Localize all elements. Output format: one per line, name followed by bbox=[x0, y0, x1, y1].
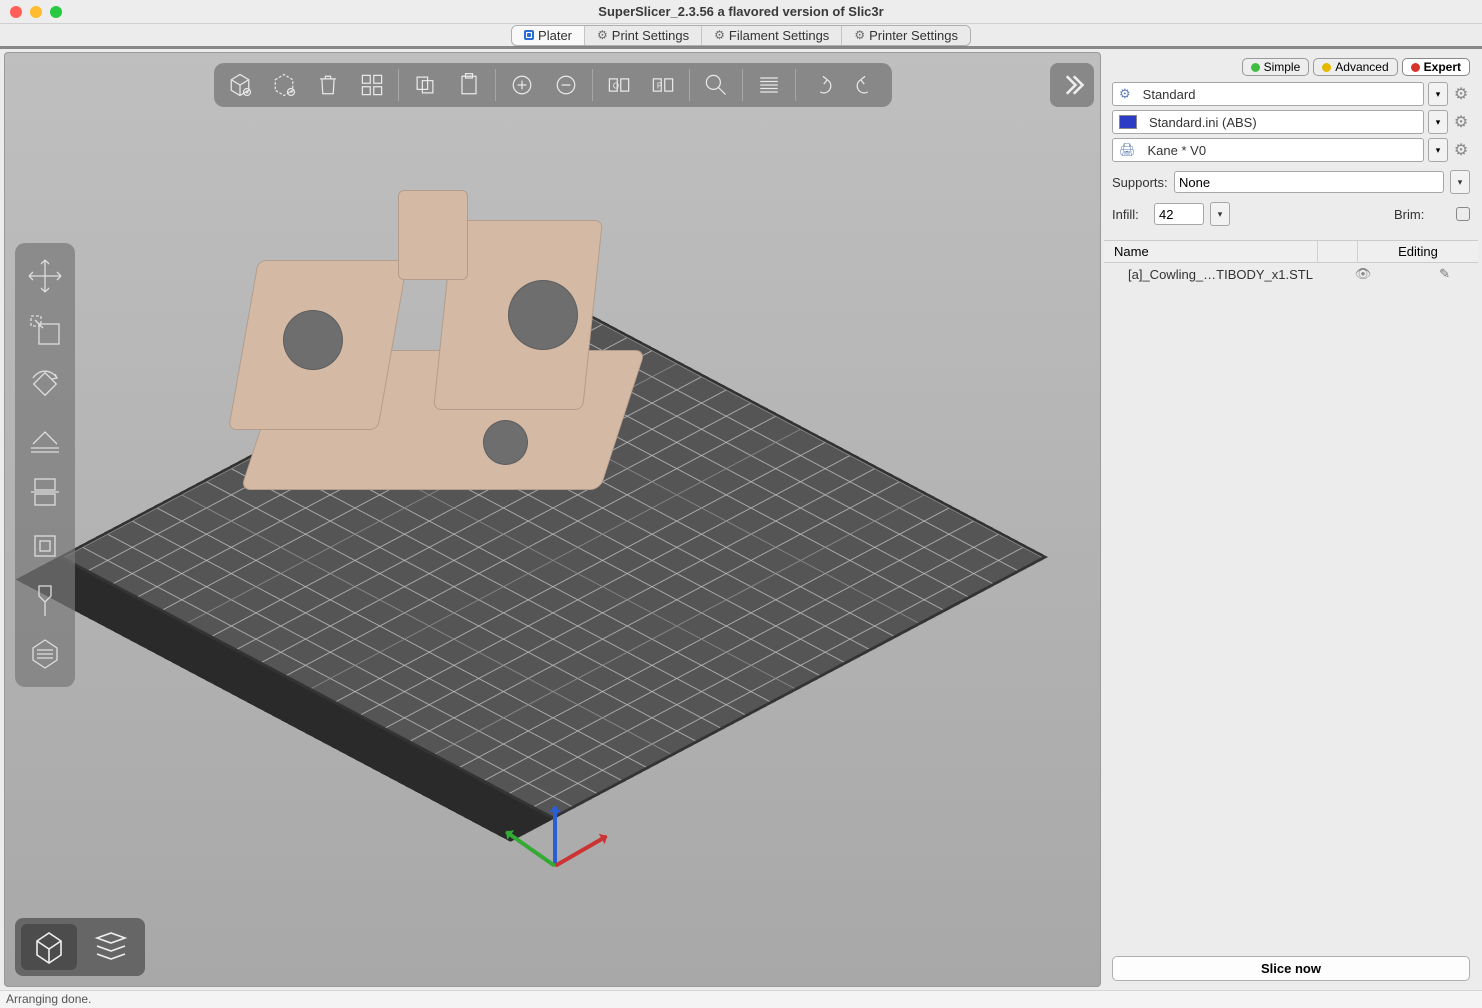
edit-preset-button[interactable]: ⚙ bbox=[1452, 85, 1470, 103]
print-preset-select[interactable]: ⚙ Standard bbox=[1112, 82, 1424, 106]
window-controls bbox=[0, 6, 62, 18]
dropdown-toggle[interactable]: ▾ bbox=[1428, 82, 1448, 106]
move-gizmo-button[interactable] bbox=[20, 251, 70, 301]
titlebar: SuperSlicer_2.3.56 a flavored version of… bbox=[0, 0, 1482, 24]
split-objects-button[interactable]: O bbox=[601, 67, 637, 103]
remove-object-button[interactable] bbox=[266, 67, 302, 103]
tab-filament-settings[interactable]: ⚙ Filament Settings bbox=[702, 26, 842, 45]
mode-advanced-button[interactable]: Advanced bbox=[1313, 58, 1397, 76]
mode-label: Advanced bbox=[1335, 60, 1388, 74]
mode-expert-button[interactable]: Expert bbox=[1402, 58, 1470, 76]
delete-button[interactable] bbox=[310, 67, 346, 103]
gear-icon: ⚙ bbox=[1119, 86, 1131, 102]
brim-checkbox[interactable] bbox=[1456, 207, 1470, 221]
arrange-button[interactable] bbox=[354, 67, 390, 103]
gear-icon: ⚙ bbox=[597, 28, 608, 42]
preset-value: Standard bbox=[1143, 87, 1196, 102]
object-row[interactable]: [a]_Cowling_…TIBODY_x1.STL 👁 ✎ bbox=[1104, 263, 1478, 285]
visibility-icon[interactable]: 👁 bbox=[1348, 266, 1378, 282]
viewport-3d[interactable]: O P bbox=[4, 52, 1101, 987]
view-3d-button[interactable] bbox=[21, 924, 77, 970]
axis-z-icon bbox=[553, 806, 557, 866]
mode-simple-button[interactable]: Simple bbox=[1242, 58, 1310, 76]
instance-add-button[interactable] bbox=[504, 67, 540, 103]
tab-label: Print Settings bbox=[612, 28, 689, 43]
view-mode-toggle bbox=[15, 918, 145, 976]
dot-icon bbox=[1411, 63, 1420, 72]
preset-value: Kane * V0 bbox=[1148, 143, 1207, 158]
tab-plater[interactable]: Plater bbox=[512, 26, 585, 45]
dropdown-toggle[interactable]: ▾ bbox=[1450, 170, 1470, 194]
col-name: Name bbox=[1104, 241, 1318, 262]
seam-paint-button[interactable] bbox=[20, 575, 70, 625]
supports-label: Supports: bbox=[1112, 175, 1168, 190]
svg-text:O: O bbox=[612, 82, 618, 91]
filament-color-swatch bbox=[1119, 115, 1137, 129]
scale-gizmo-button[interactable] bbox=[20, 305, 70, 355]
copy-button[interactable] bbox=[407, 67, 443, 103]
viewport-toolbar: O P bbox=[214, 63, 892, 107]
add-object-button[interactable] bbox=[222, 67, 258, 103]
gizmo-toolbar bbox=[15, 243, 75, 687]
fullscreen-window-icon[interactable] bbox=[50, 6, 62, 18]
instance-remove-button[interactable] bbox=[548, 67, 584, 103]
mode-label: Expert bbox=[1424, 60, 1461, 74]
redo-button[interactable] bbox=[848, 67, 884, 103]
collapse-sidebar-button[interactable] bbox=[1050, 63, 1094, 107]
sidebar: Simple Advanced Expert ⚙ Standard ▾ ⚙ S bbox=[1104, 52, 1478, 987]
filament-preset-select[interactable]: Standard.ini (ABS) bbox=[1112, 110, 1424, 134]
object-name: [a]_Cowling_…TIBODY_x1.STL bbox=[1114, 267, 1348, 282]
supports-select[interactable] bbox=[1174, 171, 1444, 193]
infill-label: Infill: bbox=[1112, 207, 1148, 222]
tab-bar: Plater ⚙ Print Settings ⚙ Filament Setti… bbox=[0, 24, 1482, 49]
printer-preset-select[interactable]: 🖨 Kane * V0 bbox=[1112, 138, 1424, 162]
svg-text:P: P bbox=[656, 82, 661, 91]
undo-button[interactable] bbox=[804, 67, 840, 103]
spool-icon: ⚙ bbox=[714, 28, 725, 42]
preset-value: Standard.ini (ABS) bbox=[1149, 115, 1257, 130]
tab-label: Plater bbox=[538, 28, 572, 43]
split-parts-button[interactable]: P bbox=[645, 67, 681, 103]
view-layers-button[interactable] bbox=[83, 924, 139, 970]
search-button[interactable] bbox=[698, 67, 734, 103]
window-title: SuperSlicer_2.3.56 a flavored version of… bbox=[0, 4, 1482, 19]
col-editing: Editing bbox=[1358, 241, 1478, 262]
printer-icon: 🖨 bbox=[1119, 142, 1136, 158]
infill-input[interactable] bbox=[1154, 203, 1204, 225]
tab-label: Filament Settings bbox=[729, 28, 829, 43]
dropdown-toggle[interactable]: ▾ bbox=[1428, 138, 1448, 162]
rotate-gizmo-button[interactable] bbox=[20, 359, 70, 409]
edit-preset-button[interactable]: ⚙ bbox=[1452, 141, 1470, 159]
mode-label: Simple bbox=[1264, 60, 1301, 74]
minimize-window-icon[interactable] bbox=[30, 6, 42, 18]
dot-icon bbox=[1251, 63, 1260, 72]
plater-icon bbox=[524, 30, 534, 40]
close-window-icon[interactable] bbox=[10, 6, 22, 18]
support-paint-button[interactable] bbox=[20, 629, 70, 679]
cut-gizmo-button[interactable] bbox=[20, 467, 70, 517]
axis-y-icon bbox=[504, 830, 555, 868]
infill-stepper[interactable]: ▾ bbox=[1210, 202, 1230, 226]
dropdown-toggle[interactable]: ▾ bbox=[1428, 110, 1448, 134]
brim-label: Brim: bbox=[1394, 207, 1450, 222]
edit-object-icon[interactable]: ✎ bbox=[1378, 266, 1468, 282]
model-preview[interactable] bbox=[233, 220, 653, 520]
paste-button[interactable] bbox=[451, 67, 487, 103]
edit-preset-button[interactable]: ⚙ bbox=[1452, 113, 1470, 131]
object-list-header: Name Editing bbox=[1104, 240, 1478, 263]
tab-print-settings[interactable]: ⚙ Print Settings bbox=[585, 26, 702, 45]
tab-label: Printer Settings bbox=[869, 28, 958, 43]
slice-button[interactable]: Slice now bbox=[1112, 956, 1470, 981]
hollow-button[interactable] bbox=[20, 521, 70, 571]
axis-x-icon bbox=[554, 834, 608, 867]
place-on-face-button[interactable] bbox=[20, 413, 70, 463]
status-text: Arranging done. bbox=[6, 992, 91, 1006]
dot-icon bbox=[1322, 63, 1331, 72]
mode-selector: Simple Advanced Expert bbox=[1104, 52, 1478, 82]
layer-height-button[interactable] bbox=[751, 67, 787, 103]
status-bar: Arranging done. bbox=[0, 990, 1482, 1008]
printer-icon: ⚙ bbox=[854, 28, 865, 42]
tab-printer-settings[interactable]: ⚙ Printer Settings bbox=[842, 26, 970, 45]
